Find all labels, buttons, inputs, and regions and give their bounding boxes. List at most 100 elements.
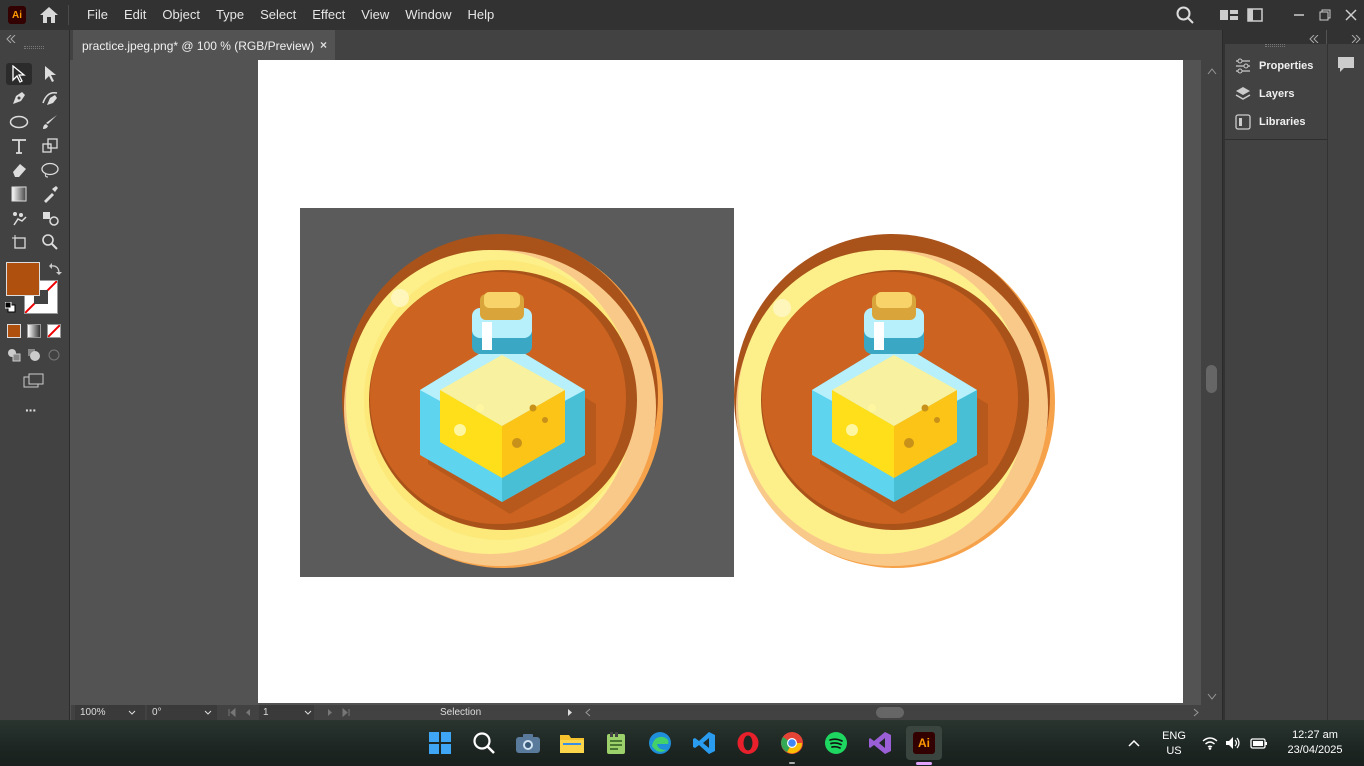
illustrator-running-indicator [916,762,932,765]
gradient-tool-icon[interactable] [6,183,32,205]
potion-badge-traced[interactable] [732,230,1058,572]
arrange-documents-icon[interactable] [1242,0,1268,30]
tab-layers-label: Layers [1259,88,1295,100]
minimize-icon[interactable] [1286,0,1312,30]
illustrator-taskbar-icon[interactable]: Ai [906,726,942,760]
show-hidden-icons[interactable] [1127,736,1141,750]
illustrator-logo[interactable]: Ai [8,6,26,24]
tab-libraries[interactable]: Libraries [1235,112,1305,132]
gradient-mode-button[interactable] [27,324,41,338]
selection-tool-icon[interactable] [6,63,32,85]
ellipse-tool-icon[interactable] [6,111,32,133]
menu-file[interactable]: File [79,0,116,30]
comments-icon[interactable] [1337,56,1355,74]
panel-grip[interactable] [1265,44,1285,47]
volume-icon[interactable] [1225,736,1241,750]
opera-browser-icon[interactable] [735,730,761,756]
file-explorer-icon[interactable] [559,730,585,756]
windows-start-icon[interactable] [427,730,453,756]
close-tab-icon[interactable]: × [320,38,327,52]
menu-object[interactable]: Object [154,0,208,30]
vertical-scrollbar[interactable] [1201,60,1222,705]
zoom-tool-icon[interactable] [37,231,63,253]
document-tab-bar: practice.jpeg.png* @ 100 % (RGB/Preview)… [0,30,1222,60]
scale-tool-icon[interactable] [37,135,63,157]
menu-view[interactable]: View [353,0,397,30]
horizontal-scrollbar[interactable] [579,705,1204,720]
edit-toolbar-button[interactable]: ··· [25,402,45,418]
close-window-icon[interactable] [1338,0,1364,30]
horizontal-scroll-thumb[interactable] [876,707,904,718]
properties-icon [1236,58,1250,74]
eraser-tool-icon[interactable] [6,159,32,181]
vscode-icon[interactable] [691,730,717,756]
taskbar-search-icon[interactable] [471,730,497,756]
curvature-tool-icon[interactable] [37,87,63,109]
collapse-panel-icon[interactable] [6,32,16,44]
spotify-icon[interactable] [823,730,849,756]
zoom-value: 100% [80,707,106,718]
menu-type[interactable]: Type [208,0,252,30]
panel-tabs: Properties Layers Libraries [1225,44,1327,720]
rotation-dropdown-icon[interactable] [203,705,215,720]
workspace-switcher-icon[interactable] [1216,0,1242,30]
symbol-sprayer-tool-icon[interactable] [6,207,32,229]
menu-select[interactable]: Select [252,0,304,30]
battery-icon[interactable] [1250,736,1268,750]
artboard-number: 1 [263,707,269,718]
type-tool-icon[interactable] [6,135,32,157]
wifi-icon[interactable] [1202,736,1218,750]
potion-badge-original[interactable] [340,230,666,572]
draw-normal-icon[interactable] [7,348,21,362]
search-icon[interactable] [1172,0,1198,30]
draw-behind-icon[interactable] [27,348,41,362]
camera-app-icon[interactable] [515,730,541,756]
language-indicator[interactable]: ENG US [1158,729,1190,759]
blend-tool-icon[interactable] [37,207,63,229]
scroll-up-icon[interactable] [1207,64,1217,75]
zoom-dropdown-icon[interactable] [127,705,139,720]
menu-effect[interactable]: Effect [304,0,353,30]
artboard-dropdown-icon[interactable] [303,705,315,720]
collapse-dock-icon[interactable] [1309,32,1319,44]
comments-panel-tab [1328,44,1364,720]
menu-edit[interactable]: Edit [116,0,154,30]
paintbrush-tool-icon[interactable] [37,111,63,133]
language-region: US [1166,745,1182,757]
tab-layers[interactable]: Layers [1235,84,1294,104]
previous-artboard-icon[interactable] [243,705,255,720]
artboard-tool-icon[interactable] [6,231,32,253]
restore-icon[interactable] [1312,0,1338,30]
document-tab[interactable]: practice.jpeg.png* @ 100 % (RGB/Preview)… [73,30,335,60]
home-icon[interactable] [38,4,60,26]
color-mode-button[interactable] [7,324,21,338]
swap-fill-stroke-icon[interactable] [48,262,62,276]
vertical-scroll-thumb[interactable] [1206,365,1217,393]
first-artboard-icon[interactable] [227,705,239,720]
tab-properties[interactable]: Properties [1235,56,1313,76]
panel-grip[interactable] [24,46,44,49]
menu-bar: Ai File Edit Object Type Select Effect V… [0,0,1364,30]
pen-tool-icon[interactable] [6,87,32,109]
scroll-down-icon[interactable] [1207,690,1217,700]
menu-help[interactable]: Help [459,0,502,30]
lasso-tool-icon[interactable] [37,159,63,181]
none-mode-button[interactable] [47,324,61,338]
notepad-icon[interactable] [603,730,629,756]
fill-swatch[interactable] [6,262,40,296]
eyedropper-tool-icon[interactable] [37,183,63,205]
status-menu-icon[interactable] [565,705,577,720]
next-artboard-icon[interactable] [325,705,337,720]
collapse-comments-icon[interactable] [1351,32,1361,44]
visual-studio-icon[interactable] [867,730,893,756]
menu-window[interactable]: Window [397,0,459,30]
last-artboard-icon[interactable] [341,705,353,720]
default-fill-stroke-icon[interactable] [4,301,16,313]
draw-inside-icon[interactable] [47,348,61,362]
clock[interactable]: 12:27 am 23/04/2025 [1280,728,1350,758]
chrome-browser-icon[interactable] [779,730,805,756]
change-screen-mode-icon[interactable] [23,373,45,389]
rotation-value: 0° [152,707,162,718]
direct-selection-tool-icon[interactable] [37,63,63,85]
edge-browser-icon[interactable] [647,730,673,756]
